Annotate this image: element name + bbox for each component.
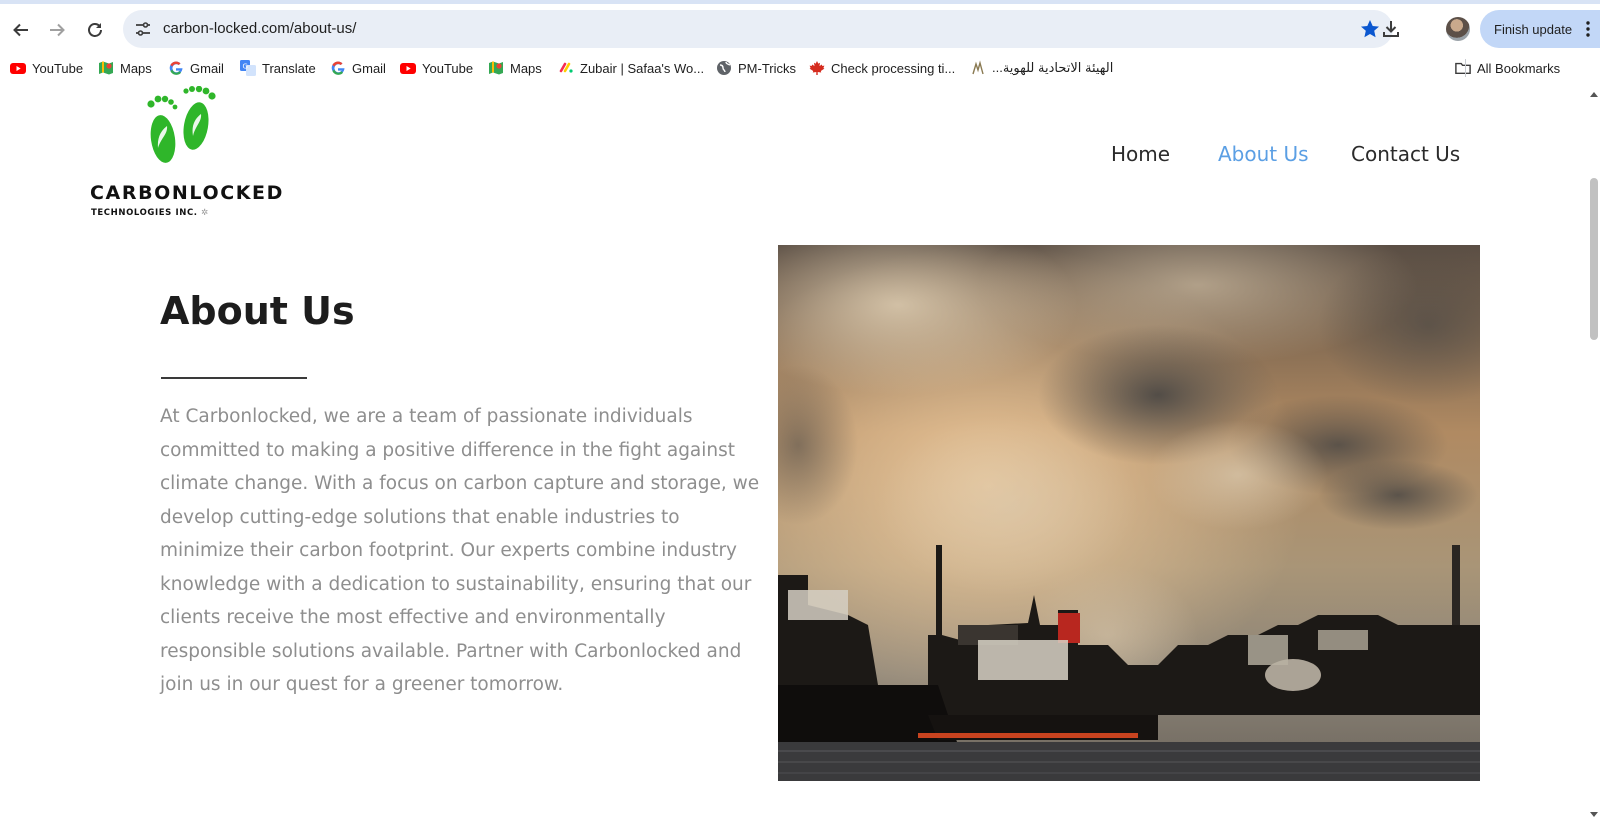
hero-image-industrial-smoke: [778, 245, 1480, 781]
arrow-left-icon: [13, 23, 28, 37]
scrollbar-thumb[interactable]: [1590, 178, 1598, 340]
logo-wordmark: CARBONLOCKED: [90, 182, 285, 204]
all-bookmarks-label: All Bookmarks: [1477, 60, 1561, 76]
title-underline: [161, 377, 307, 379]
bookmark-label: Gmail: [190, 60, 224, 76]
bookmarks-bar: YouTube Maps Gmail G Translate Gmail You…: [0, 56, 1600, 80]
bookmark-pm-tricks[interactable]: PM-Tricks: [716, 58, 796, 78]
bookmark-label: Translate: [262, 60, 316, 76]
download-icon: [1383, 21, 1399, 37]
bookmark-youtube[interactable]: YouTube: [10, 58, 83, 78]
bookmark-label: PM-Tricks: [738, 60, 797, 76]
bookmark-translate[interactable]: G Translate: [240, 58, 316, 78]
more-vert-icon: [1586, 21, 1590, 37]
bookmark-maps[interactable]: Maps: [98, 58, 152, 78]
nav-home[interactable]: Home: [1111, 142, 1170, 166]
finish-update-label: Finish update: [1494, 21, 1573, 37]
google-icon: [168, 60, 184, 76]
monday-icon: [558, 60, 574, 76]
about-body-text: At Carbonlocked, we are a team of passio…: [160, 406, 760, 695]
reload-icon: [88, 23, 102, 37]
bookmark-label: الهيئة الاتحادية للهوية...: [992, 60, 1114, 75]
footprints-logo-icon: [147, 86, 216, 163]
maps-icon: [488, 60, 504, 76]
forward-button[interactable]: [43, 16, 71, 44]
bookmark-label: Maps: [120, 60, 152, 76]
bookmark-label: Maps: [510, 60, 542, 76]
maple-leaf-icon: [809, 60, 825, 76]
bookmark-gmail[interactable]: Gmail: [168, 58, 224, 78]
google-icon: [330, 60, 346, 76]
scroll-down-arrow-icon[interactable]: [1590, 812, 1598, 817]
bookmark-maps-2[interactable]: Maps: [488, 58, 542, 78]
page-title: About Us: [160, 289, 355, 333]
scroll-up-arrow-icon[interactable]: [1590, 92, 1598, 97]
bookmarks-divider: [1465, 59, 1466, 77]
bookmark-label: Zubair | Safaa's Wo...: [580, 60, 705, 76]
site-info-icon[interactable]: [133, 19, 153, 39]
site-logo[interactable]: CARBONLOCKED TECHNOLOGIES INC. ✲: [90, 86, 282, 222]
maps-icon: [98, 60, 114, 76]
gear-mark-icon: ✲: [201, 208, 209, 218]
bookmark-gmail-2[interactable]: Gmail: [330, 58, 386, 78]
arrow-right-icon: [50, 23, 65, 37]
reload-button[interactable]: [81, 16, 109, 44]
globe-icon: [716, 60, 732, 76]
folder-icon: [1455, 60, 1471, 76]
svg-text:G: G: [243, 63, 248, 71]
bookmark-label: Gmail: [352, 60, 386, 76]
nav-about-us[interactable]: About Us: [1218, 142, 1309, 166]
address-bar[interactable]: carbon-locked.com/about-us/: [123, 10, 1393, 48]
bookmark-youtube-2[interactable]: YouTube: [400, 58, 473, 78]
logo-subtitle: TECHNOLOGIES INC. ✲: [91, 208, 209, 218]
back-button[interactable]: [7, 16, 35, 44]
translate-icon: G: [240, 60, 256, 76]
browser-chrome: carbon-locked.com/about-us/ Finish updat…: [0, 0, 1600, 84]
bookmark-check-processing[interactable]: Check processing ti...: [809, 58, 955, 78]
finish-update-button[interactable]: Finish update: [1480, 10, 1600, 48]
url-text[interactable]: carbon-locked.com/about-us/: [163, 20, 356, 37]
bookmark-label: YouTube: [422, 60, 474, 76]
bookmark-label: Check processing ti...: [831, 60, 956, 76]
bookmark-icp[interactable]: الهيئة الاتحادية للهوية...: [970, 58, 1113, 78]
page-viewport: CARBONLOCKED TECHNOLOGIES INC. ✲ Home Ab…: [0, 84, 1584, 822]
bookmark-zubair[interactable]: Zubair | Safaa's Wo...: [558, 58, 704, 78]
tab-strip-edge: [0, 0, 1600, 4]
nav-contact-us[interactable]: Contact Us: [1351, 142, 1460, 166]
youtube-icon: [400, 60, 416, 76]
downloads-button[interactable]: [1378, 16, 1404, 42]
bookmark-label: YouTube: [32, 60, 84, 76]
profile-avatar[interactable]: [1446, 17, 1470, 41]
youtube-icon: [10, 60, 26, 76]
uae-emblem-icon: [970, 60, 986, 76]
all-bookmarks-button[interactable]: All Bookmarks: [1455, 58, 1560, 78]
